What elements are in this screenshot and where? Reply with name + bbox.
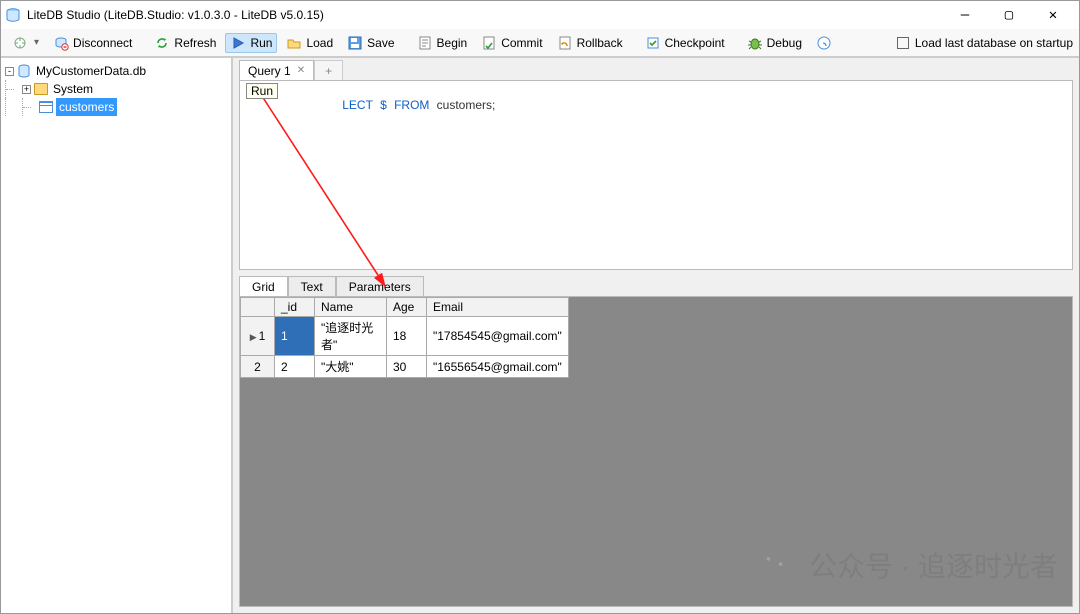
debug-button[interactable]: Debug (742, 33, 807, 53)
result-tab-parameters[interactable]: Parameters (336, 276, 424, 296)
save-button[interactable]: Save (342, 33, 399, 53)
grid-row-header[interactable]: 1 (241, 317, 275, 356)
sql-editor-text[interactable]: LECT $ FROM customers; (240, 81, 1072, 269)
checkpoint-button[interactable]: Checkpoint (640, 33, 730, 53)
grid-header-age[interactable]: Age (387, 298, 427, 317)
disconnect-button[interactable]: Disconnect (48, 33, 137, 53)
tree-system-label: System (51, 80, 95, 98)
disconnect-label: Disconnect (73, 37, 132, 49)
info-icon (816, 35, 832, 51)
tree-expand-icon[interactable]: + (22, 85, 31, 94)
grid-cell-id[interactable]: 2 (275, 356, 315, 378)
grid-cell-age[interactable]: 30 (387, 356, 427, 378)
tree-customers-label: customers (56, 98, 117, 116)
watermark: 公众号 · 追逐时光者 (757, 544, 1058, 586)
grid-header-email[interactable]: Email (427, 298, 569, 317)
refresh-label: Refresh (174, 37, 216, 49)
query-tab-bar: Query 1 ✕ + (233, 58, 1079, 80)
maximize-button[interactable]: ▢ (987, 1, 1031, 29)
begin-button[interactable]: Begin (412, 33, 473, 53)
database-tree[interactable]: - MyCustomerData.db + System customers (1, 58, 233, 613)
checkpoint-icon (645, 35, 661, 51)
query-tab-1[interactable]: Query 1 ✕ (239, 60, 314, 80)
disconnect-icon (53, 35, 69, 51)
run-label: Run (250, 37, 272, 49)
sql-editor[interactable]: Run LECT $ FROM customers; (239, 80, 1073, 270)
begin-label: Begin (437, 37, 468, 49)
grid-corner (241, 298, 275, 317)
main-panel: Query 1 ✕ + Run LECT $ FROM customers; (233, 58, 1079, 613)
grid-cell-id[interactable]: 1 (275, 317, 315, 356)
result-tab-text[interactable]: Text (288, 276, 336, 296)
query-tab-add[interactable]: + (314, 60, 343, 80)
plug-icon (12, 35, 28, 51)
connect-dropdown-button[interactable]: ▾ (7, 33, 44, 53)
grid-row-header[interactable]: 2 (241, 356, 275, 378)
grid-cell-email[interactable]: "17854545@gmail.com" (427, 317, 569, 356)
grid-cell-name[interactable]: "大姚" (315, 356, 387, 378)
doc-icon (417, 35, 433, 51)
toolbar: ▾ Disconnect Refresh Run Load Save Begin… (1, 29, 1079, 57)
result-tab-grid[interactable]: Grid (239, 276, 288, 296)
folder-icon (34, 83, 48, 95)
window-title: LiteDB Studio (LiteDB.Studio: v1.0.3.0 -… (27, 8, 943, 22)
startup-label: Load last database on startup (915, 36, 1073, 50)
close-icon[interactable]: ✕ (297, 65, 305, 76)
tree-collapse-icon[interactable]: - (5, 67, 14, 76)
rollback-button[interactable]: Rollback (552, 33, 628, 53)
grid-header-id[interactable]: _id (275, 298, 315, 317)
grid-row[interactable]: 1 1 "追逐时光者" 18 "17854545@gmail.com" (241, 317, 569, 356)
grid-header-row: _id Name Age Email (241, 298, 569, 317)
commit-button[interactable]: Commit (476, 33, 547, 53)
play-icon (230, 35, 246, 51)
info-button[interactable] (811, 33, 837, 53)
commit-label: Commit (501, 37, 542, 49)
titlebar: LiteDB Studio (LiteDB.Studio: v1.0.3.0 -… (1, 1, 1079, 29)
doc-undo-icon (557, 35, 573, 51)
refresh-button[interactable]: Refresh (149, 33, 221, 53)
debug-label: Debug (767, 37, 802, 49)
load-button[interactable]: Load (281, 33, 338, 53)
grid-header-name[interactable]: Name (315, 298, 387, 317)
folder-open-icon (286, 35, 302, 51)
watermark-text: 公众号 · 追逐时光者 (809, 545, 1058, 585)
bug-icon (747, 35, 763, 51)
run-button[interactable]: Run (225, 33, 277, 53)
app-icon (5, 7, 21, 23)
grid-cell-email[interactable]: "16556545@gmail.com" (427, 356, 569, 378)
result-area: _id Name Age Email 1 1 "追逐时光者" 18 "17854 (239, 296, 1073, 607)
result-grid[interactable]: _id Name Age Email 1 1 "追逐时光者" 18 "17854 (240, 297, 569, 378)
grid-row[interactable]: 2 2 "大姚" 30 "16556545@gmail.com" (241, 356, 569, 378)
load-label: Load (306, 37, 333, 49)
tree-db-label: MyCustomerData.db (34, 62, 148, 80)
tree-node-database[interactable]: - MyCustomerData.db (3, 62, 229, 80)
minimize-button[interactable]: — (943, 1, 987, 29)
doc-check-icon (481, 35, 497, 51)
checkpoint-label: Checkpoint (665, 37, 725, 49)
database-icon (17, 64, 31, 78)
refresh-icon (154, 35, 170, 51)
table-icon (39, 101, 53, 113)
tree-node-system[interactable]: + System (3, 80, 229, 98)
grid-cell-name[interactable]: "追逐时光者" (315, 317, 387, 356)
close-button[interactable]: ✕ (1031, 1, 1075, 29)
save-label: Save (367, 37, 394, 49)
startup-checkbox[interactable] (897, 37, 909, 49)
run-tooltip: Run (246, 83, 278, 99)
chevron-down-icon: ▾ (34, 38, 39, 48)
rollback-label: Rollback (577, 37, 623, 49)
tree-node-customers[interactable]: customers (3, 98, 229, 116)
query-tab-label: Query 1 (248, 64, 291, 78)
floppy-icon (347, 35, 363, 51)
result-tab-bar: Grid Text Parameters (233, 274, 1079, 296)
grid-cell-age[interactable]: 18 (387, 317, 427, 356)
